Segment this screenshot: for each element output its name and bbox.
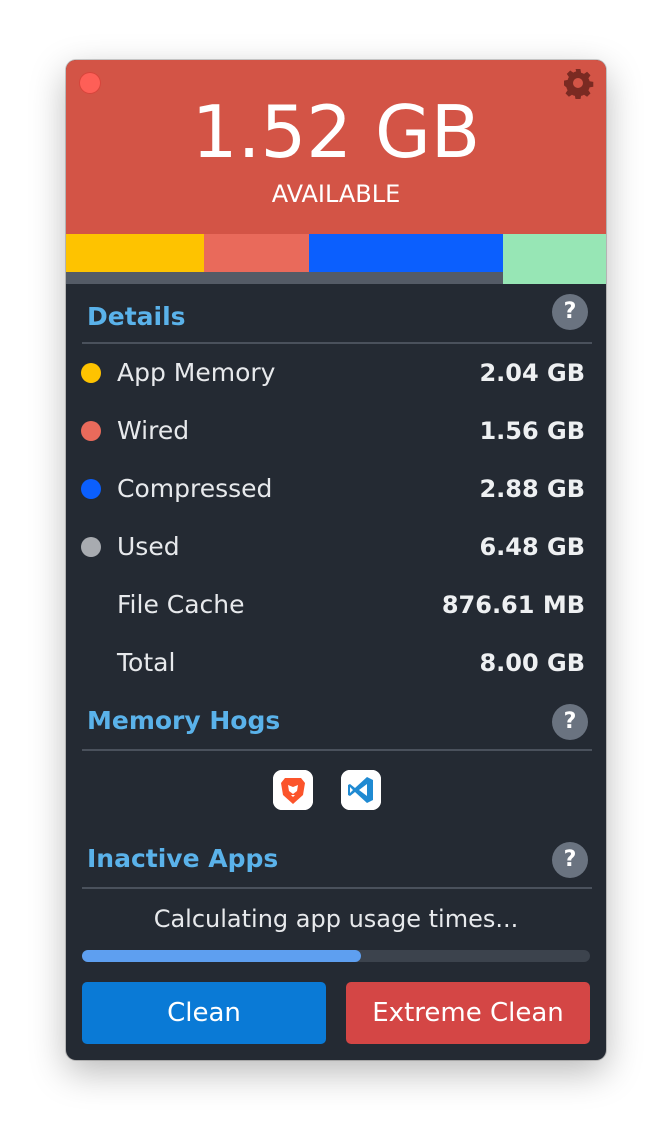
brave-browser-icon[interactable] bbox=[273, 770, 313, 810]
detail-label: App Memory bbox=[117, 358, 276, 387]
detail-label: Total bbox=[117, 648, 176, 677]
detail-value: 6.48 GB bbox=[479, 533, 585, 561]
extreme-clean-button[interactable]: Extreme Clean bbox=[346, 982, 590, 1044]
inactive-apps-progress bbox=[82, 950, 590, 962]
memory-usage-bar bbox=[66, 234, 606, 284]
details-divider bbox=[82, 342, 592, 344]
vscode-icon[interactable] bbox=[341, 770, 381, 810]
vscode-logo-icon bbox=[341, 770, 381, 810]
details-help-button[interactable]: ? bbox=[552, 294, 588, 330]
compressed-dot bbox=[81, 479, 101, 499]
compressed-segment bbox=[309, 234, 503, 272]
detail-label: Compressed bbox=[117, 474, 273, 503]
detail-value: 2.88 GB bbox=[479, 475, 585, 503]
detail-row-file-cache: File Cache 876.61 MB bbox=[66, 585, 606, 625]
detail-value: 8.00 GB bbox=[479, 649, 585, 677]
app-memory-segment bbox=[66, 234, 204, 272]
detail-value: 2.04 GB bbox=[479, 359, 585, 387]
app-memory-dot bbox=[81, 363, 101, 383]
detail-label: File Cache bbox=[117, 590, 245, 619]
available-header: 1.52 GB AVAILABLE bbox=[66, 60, 606, 234]
inactive-apps-help-button[interactable]: ? bbox=[552, 842, 588, 878]
available-segment bbox=[503, 234, 606, 284]
memory-cleaner-window: 1.52 GB AVAILABLE Details ? App Memory 2… bbox=[66, 60, 606, 1060]
detail-value: 876.61 MB bbox=[441, 591, 585, 619]
detail-row-total: Total 8.00 GB bbox=[66, 643, 606, 683]
used-track bbox=[66, 272, 503, 284]
inactive-apps-divider bbox=[82, 887, 592, 889]
progress-fill bbox=[82, 950, 362, 962]
clean-button[interactable]: Clean bbox=[82, 982, 326, 1044]
memory-hogs-help-button[interactable]: ? bbox=[552, 704, 588, 740]
detail-row-app-memory: App Memory 2.04 GB bbox=[66, 353, 606, 393]
inactive-apps-status: Calculating app usage times... bbox=[153, 905, 519, 933]
memory-hogs-divider bbox=[82, 749, 592, 751]
detail-row-compressed: Compressed 2.88 GB bbox=[66, 469, 606, 509]
wired-segment bbox=[204, 234, 309, 272]
detail-value: 1.56 GB bbox=[479, 417, 585, 445]
wired-dot bbox=[81, 421, 101, 441]
brave-lion-icon bbox=[273, 770, 313, 810]
close-icon[interactable] bbox=[79, 72, 101, 94]
detail-row-wired: Wired 1.56 GB bbox=[66, 411, 606, 451]
used-dot bbox=[81, 537, 101, 557]
available-memory-value: 1.52 GB bbox=[191, 90, 481, 174]
detail-label: Used bbox=[117, 532, 180, 561]
detail-label: Wired bbox=[117, 416, 190, 445]
detail-row-used: Used 6.48 GB bbox=[66, 527, 606, 567]
details-title: Details bbox=[87, 302, 186, 331]
memory-hogs-title: Memory Hogs bbox=[87, 706, 281, 735]
available-label: AVAILABLE bbox=[271, 180, 401, 208]
inactive-apps-title: Inactive Apps bbox=[87, 844, 279, 873]
